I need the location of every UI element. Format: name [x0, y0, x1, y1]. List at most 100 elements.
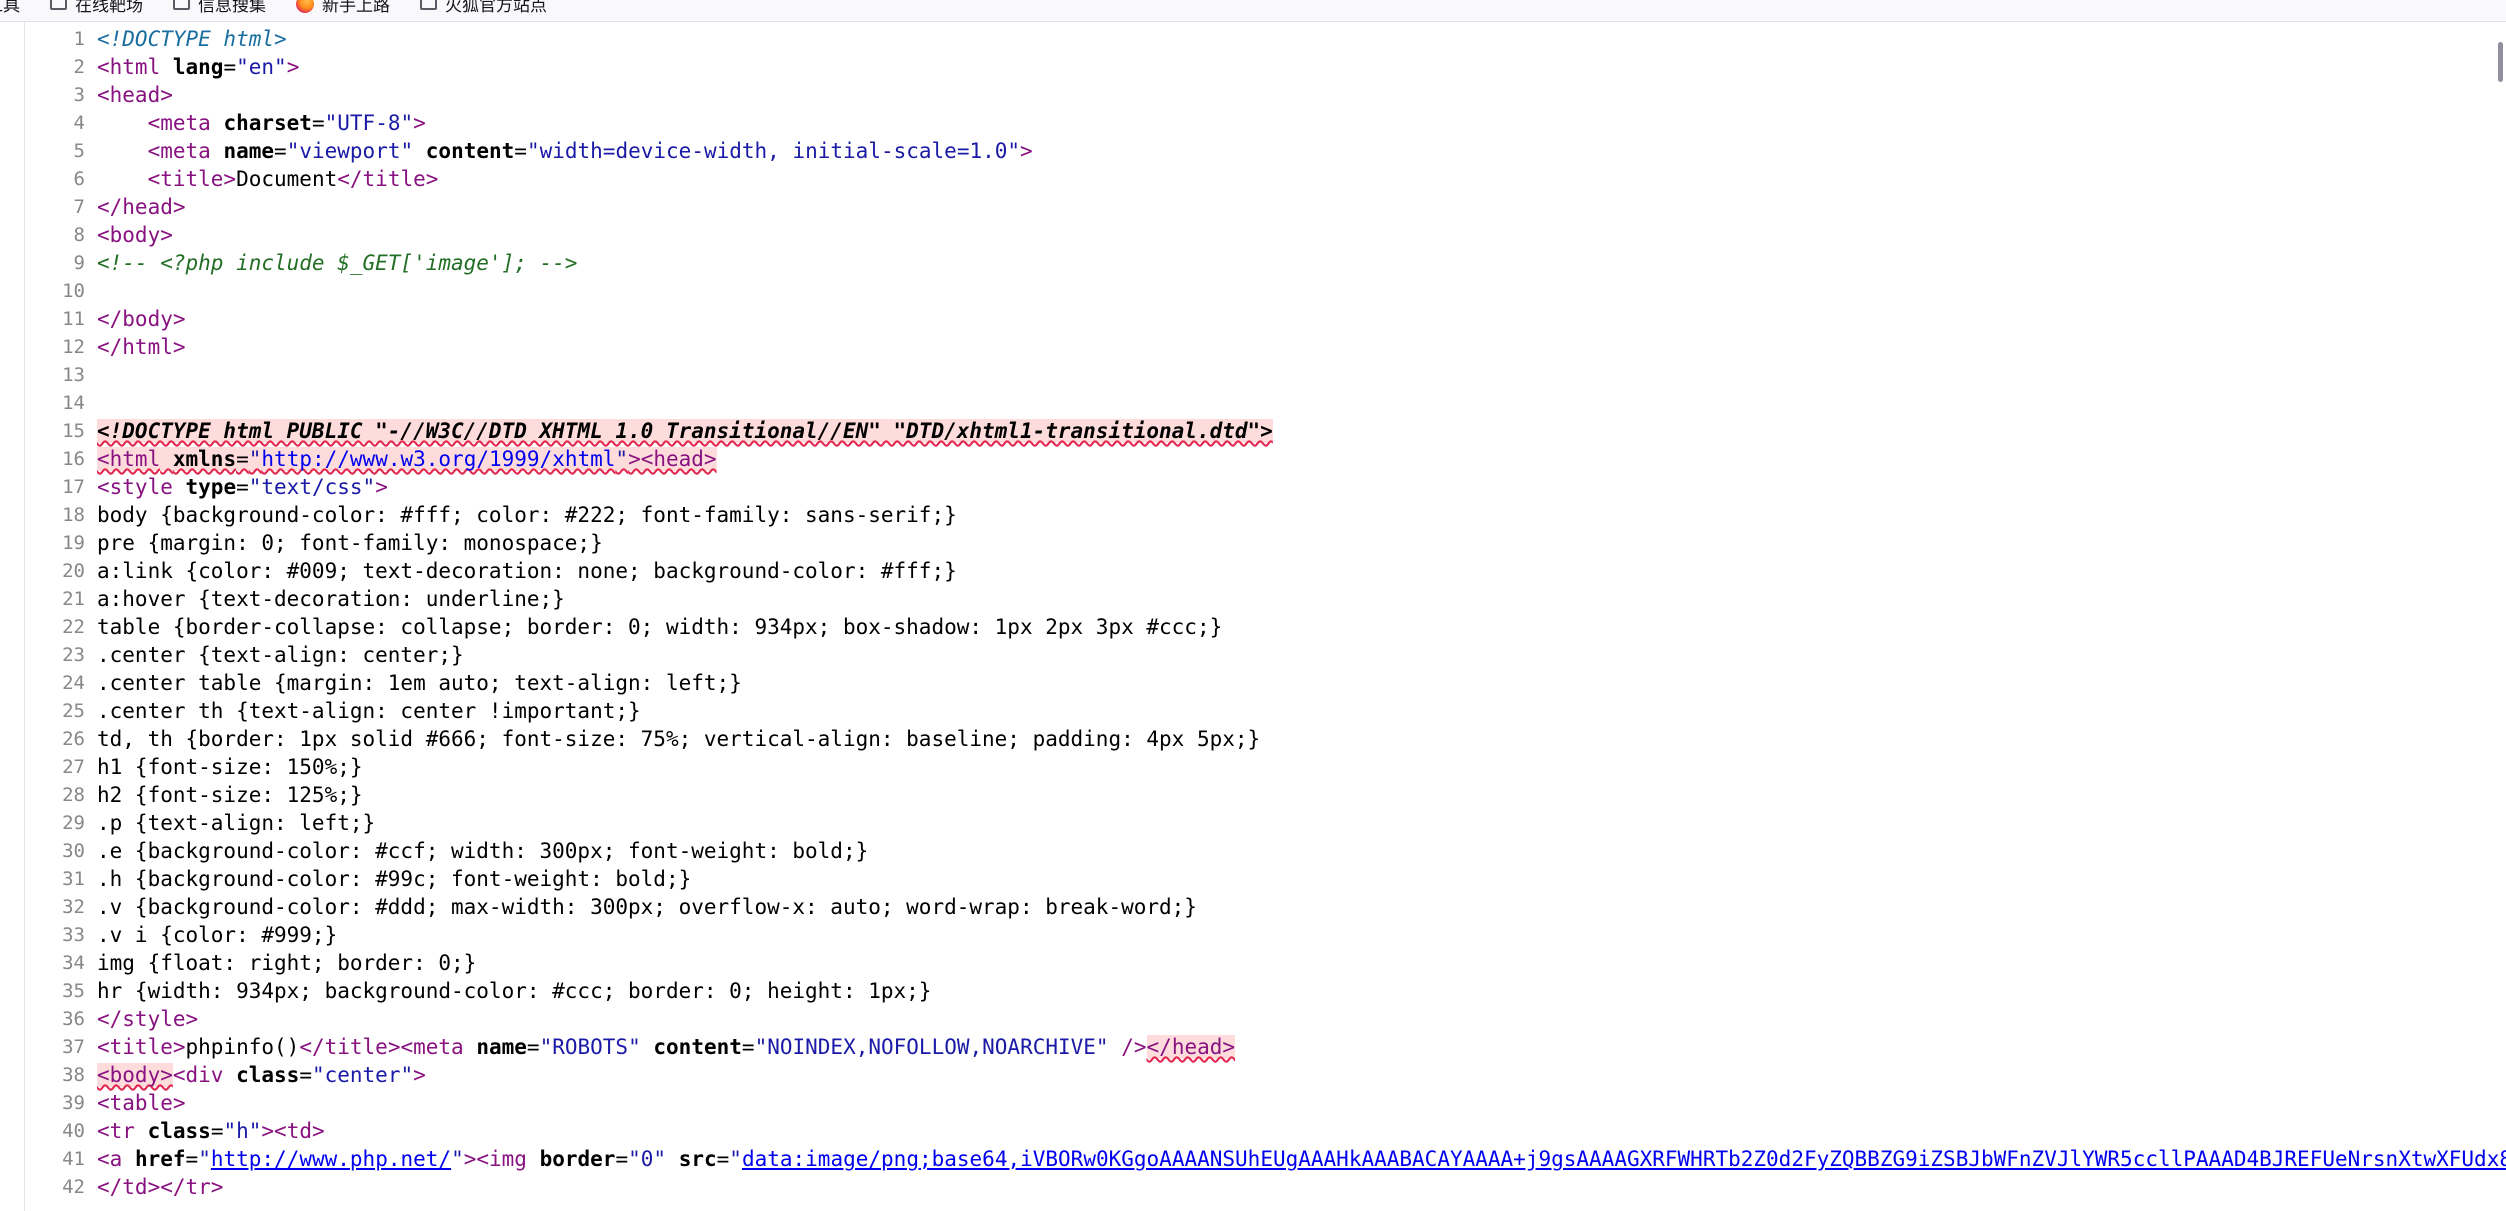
line-number: 34 — [62, 952, 85, 974]
line-number: 27 — [62, 756, 85, 778]
line-code: <body> — [97, 221, 173, 249]
code-token: <tr — [97, 1119, 135, 1143]
bookmarks-row: 工具 在线靶场 信息搜集 新手上路 火狐官方站点 — [0, 0, 547, 16]
bookmark-item[interactable]: 工具 — [0, 0, 20, 16]
line-code: <meta name="viewport" content="width=dev… — [97, 137, 1033, 165]
source-link[interactable]: http://www.php.net/ — [211, 1147, 451, 1171]
line-number: 42 — [62, 1176, 85, 1198]
code-token: <meta — [147, 111, 211, 135]
line-number: 40 — [62, 1120, 85, 1142]
line-number: 24 — [62, 672, 85, 694]
line-number: 8 — [73, 224, 85, 246]
code-token: a:link {color: #009; text-decoration: no… — [97, 559, 957, 583]
line-number: 33 — [62, 924, 85, 946]
code-token: href — [134, 1147, 186, 1171]
code-token: a:hover {text-decoration: underline;} — [97, 587, 565, 611]
code-token: > — [286, 55, 300, 79]
bookmarks-toolbar: 工具 在线靶场 信息搜集 新手上路 火狐官方站点 — [0, 0, 2506, 22]
code-token: </style> — [97, 1007, 199, 1031]
code-token: = — [526, 1035, 540, 1059]
code-token: <div — [172, 1063, 224, 1087]
line-code: a:link {color: #009; text-decoration: no… — [97, 557, 957, 585]
bookmark-label: 工具 — [0, 0, 20, 16]
code-token: = — [223, 55, 237, 79]
scrollbar-thumb[interactable] — [2498, 42, 2503, 82]
line-code: <table> — [97, 1089, 186, 1117]
code-token: <style — [97, 475, 173, 499]
code-token: <body> — [97, 223, 173, 247]
code-token: = — [210, 1119, 224, 1143]
code-token: type — [185, 475, 237, 499]
line-number: 6 — [73, 168, 85, 190]
line-number: 14 — [62, 392, 85, 414]
code-token: .p {text-align: left;} — [97, 811, 376, 835]
line-number: 28 — [62, 784, 85, 806]
bookmark-item[interactable]: 新手上路 — [296, 0, 390, 16]
bookmark-item[interactable]: 信息搜集 — [173, 0, 266, 16]
line-number: 16 — [62, 448, 85, 470]
line-number: 5 — [73, 140, 85, 162]
line-code: h2 {font-size: 125%;} — [97, 781, 363, 809]
code-token: "ROBOTS" — [539, 1035, 641, 1059]
code-token: <head> — [97, 83, 173, 107]
line-code: <a href="http://www.php.net/"><img borde… — [97, 1145, 2506, 1173]
folder-icon — [173, 0, 190, 10]
code-token — [160, 447, 173, 471]
line-number: 26 — [62, 728, 85, 750]
code-token: </title><meta — [299, 1035, 464, 1059]
code-token: <html — [97, 55, 161, 79]
line-code: <!DOCTYPE html PUBLIC "-//W3C//DTD XHTML… — [97, 417, 1273, 445]
code-token: " — [198, 1147, 211, 1171]
code-token: <html — [97, 447, 161, 471]
source-link[interactable]: data:image/png;base64,iVBORw0KGgoAAAANSU… — [742, 1147, 2506, 1171]
code-token: </title> — [337, 167, 439, 191]
code-token: h2 {font-size: 125%;} — [97, 783, 363, 807]
bookmark-item[interactable]: 火狐官方站点 — [420, 0, 547, 16]
code-token: .v {background-color: #ddd; max-width: 3… — [97, 895, 1197, 919]
code-token: img {float: right; border: 0;} — [97, 951, 477, 975]
code-token: "NOINDEX,NOFOLLOW,NOARCHIVE" — [754, 1035, 1109, 1059]
code-token: "en" — [236, 55, 287, 79]
folder-icon — [50, 0, 67, 10]
code-token: xmlns — [172, 447, 237, 471]
code-token: <!DOCTYPE html> — [97, 27, 287, 51]
code-token: "center" — [311, 1063, 414, 1087]
code-token: "width=device-width, initial-scale=1.0" — [526, 139, 1021, 163]
code-token: " — [615, 447, 629, 471]
line-code: body {background-color: #fff; color: #22… — [97, 501, 957, 529]
line-code: .center table {margin: 1em auto; text-al… — [97, 669, 742, 697]
line-number: 39 — [62, 1092, 85, 1114]
code-token: </html> — [97, 335, 186, 359]
line-number: 9 — [73, 252, 85, 274]
bookmark-item[interactable]: 在线靶场 — [50, 0, 143, 16]
code-token: = — [236, 447, 249, 471]
line-code: </body> — [97, 305, 186, 333]
code-token: name — [476, 1035, 527, 1059]
code-token: "h" — [223, 1119, 262, 1143]
code-token: = — [615, 1147, 629, 1171]
code-token: <title> — [147, 167, 237, 191]
line-number: 29 — [62, 812, 85, 834]
line-number: 12 — [62, 336, 85, 358]
line-number: 31 — [62, 868, 85, 890]
code-token: </td></tr> — [97, 1175, 224, 1199]
code-token: .center {text-align: center;} — [97, 643, 464, 667]
line-code: pre {margin: 0; font-family: monospace;} — [97, 529, 603, 557]
code-token: <meta — [147, 139, 211, 163]
line-number: 32 — [62, 896, 85, 918]
line-number: 35 — [62, 980, 85, 1002]
line-code: </td></tr> — [97, 1173, 223, 1201]
line-number: 18 — [62, 504, 85, 526]
code-token: class — [147, 1119, 211, 1143]
code-token: <title> — [97, 1035, 186, 1059]
code-token: h1 {font-size: 150%;} — [97, 755, 363, 779]
code-token: border — [539, 1147, 616, 1171]
source-link[interactable]: http://www.w3.org/1999/xhtml — [261, 447, 616, 471]
